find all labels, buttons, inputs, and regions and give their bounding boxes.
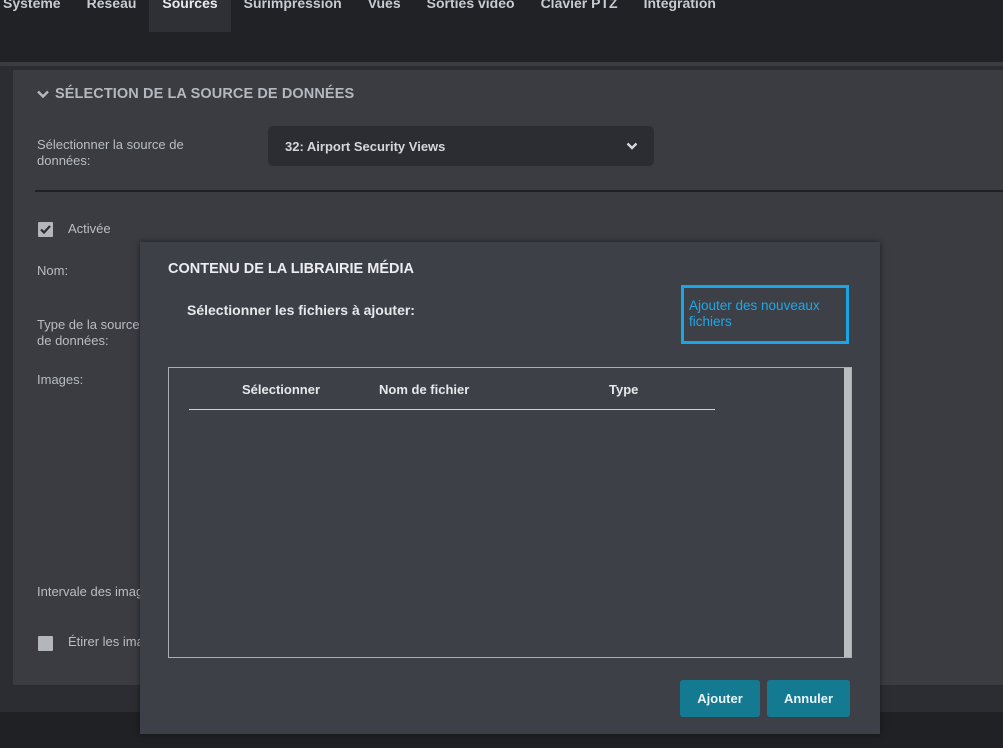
top-navigation: Système Réseau Sources Surimpression Vue… [0,0,1003,62]
data-source-select[interactable]: 32: Airport Security Views [268,126,654,166]
source-type-label: Type de la source de données: [37,317,140,348]
tab-divider [0,62,1003,66]
add-button[interactable]: Ajouter [680,680,760,717]
table-header-divider [189,409,715,410]
files-table: Sélectionner Nom de fichier Type [168,367,852,658]
main-tabs: Système Réseau Sources Surimpression Vue… [0,0,729,62]
tab-clavier-ptz[interactable]: Clavier PTZ [528,0,631,32]
tab-sources[interactable]: Sources [149,0,231,32]
stretch-images-checkbox[interactable] [38,636,53,651]
dialog-subtitle: Sélectionner les fichiers à ajouter: [187,302,415,318]
select-source-label: Sélectionner la source de données: [37,137,184,168]
enabled-label: Activée [68,221,111,236]
section-divider [35,190,1003,192]
checkmark-icon [40,225,51,235]
tab-systeme[interactable]: Système [0,0,74,32]
tab-sorties-video[interactable]: Sorties vidéo [414,0,528,32]
tab-vues[interactable]: Vues [355,0,414,32]
section-title: SÉLECTION DE LA SOURCE DE DONNÉES [55,86,355,102]
table-scrollbar[interactable] [844,368,851,657]
tab-surimpression[interactable]: Surimpression [231,0,355,32]
name-label: Nom: [37,263,69,278]
cancel-button[interactable]: Annuler [767,680,850,717]
chevron-down-icon [626,142,638,150]
dialog-title: CONTENU DE LA LIBRAIRIE MÉDIA [168,261,414,277]
enabled-checkbox[interactable] [38,222,53,237]
column-header-select[interactable]: Sélectionner [242,382,320,397]
interval-label: Intervale des images [37,584,157,599]
media-library-dialog: CONTENU DE LA LIBRAIRIE MÉDIA Sélectionn… [140,242,880,734]
section-header[interactable]: SÉLECTION DE LA SOURCE DE DONNÉES [37,86,354,102]
add-new-files-link[interactable]: Ajouter des nouveaux fichiers [681,285,849,344]
tab-reseau[interactable]: Réseau [74,0,150,32]
images-label: Images: [37,372,84,387]
tab-integration[interactable]: Intégration [631,0,729,32]
column-header-filename[interactable]: Nom de fichier [379,382,469,397]
chevron-down-icon [37,90,49,99]
data-source-select-value: 32: Airport Security Views [285,138,446,154]
column-header-type[interactable]: Type [609,382,638,397]
